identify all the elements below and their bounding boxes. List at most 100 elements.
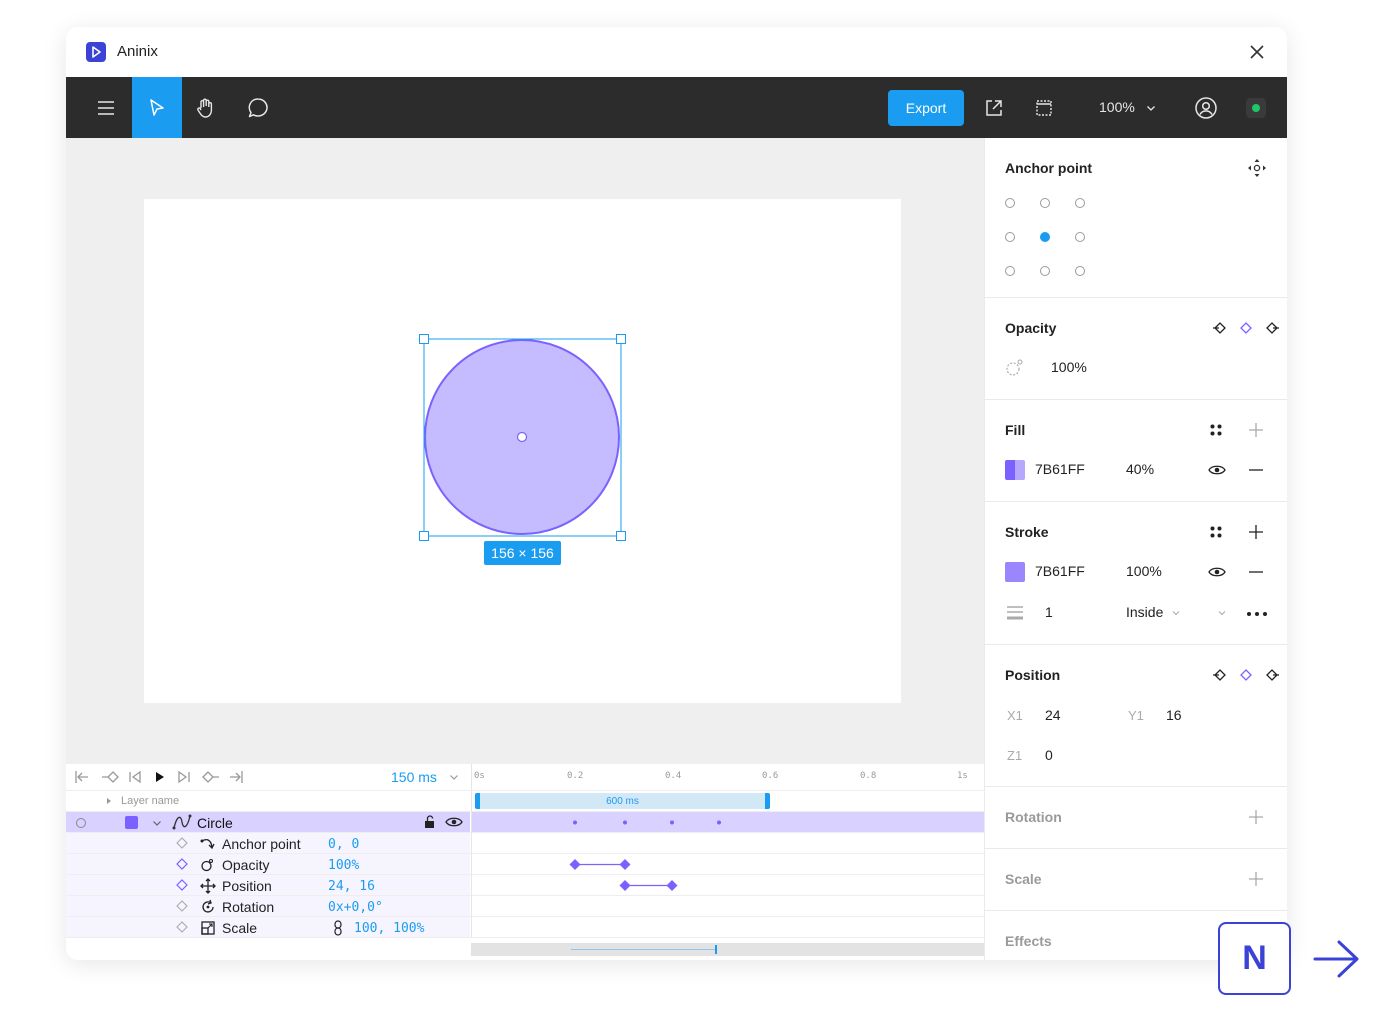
go-to-start-icon[interactable] bbox=[75, 771, 88, 783]
anchor-dot-center[interactable] bbox=[1040, 232, 1050, 242]
add-rotation-icon[interactable] bbox=[1248, 809, 1264, 825]
close-icon[interactable] bbox=[1246, 41, 1268, 63]
resize-handle-tr[interactable] bbox=[616, 334, 626, 344]
eye-icon[interactable] bbox=[1208, 565, 1226, 579]
step-forward-icon[interactable] bbox=[178, 770, 190, 784]
keyframe-diamond[interactable] bbox=[619, 880, 631, 891]
arrow-right-icon[interactable] bbox=[1312, 937, 1362, 981]
opacity-value[interactable]: 100% bbox=[1051, 359, 1087, 375]
anchor-dot-bottom-right[interactable] bbox=[1075, 266, 1085, 276]
timeline-scrollbar[interactable] bbox=[471, 943, 984, 956]
resize-handle-bl[interactable] bbox=[419, 531, 429, 541]
layer-name[interactable]: Circle bbox=[197, 815, 233, 831]
keyframe-toggle-icon[interactable] bbox=[176, 858, 188, 870]
artboard[interactable] bbox=[144, 199, 901, 703]
keyframe-diamond[interactable] bbox=[666, 880, 678, 891]
add-stroke-icon[interactable] bbox=[1248, 524, 1264, 540]
anchor-dot-bottom-left[interactable] bbox=[1005, 266, 1015, 276]
unlock-icon[interactable] bbox=[423, 815, 437, 829]
zoom-dropdown[interactable]: 100% bbox=[1099, 99, 1157, 115]
rotation-section[interactable]: Rotation bbox=[985, 787, 1287, 849]
link-icon[interactable] bbox=[332, 920, 344, 936]
property-value[interactable]: 0x+0,0° bbox=[328, 900, 383, 915]
property-value[interactable]: 0, 0 bbox=[328, 837, 359, 852]
layer-color-swatch[interactable] bbox=[125, 816, 138, 829]
resize-handle-tl[interactable] bbox=[419, 334, 429, 344]
next-keyframe-icon[interactable] bbox=[1266, 322, 1279, 334]
property-row-anchor-point[interactable]: Anchor point 0, 0 bbox=[66, 832, 984, 854]
playhead[interactable] bbox=[715, 945, 717, 954]
scale-section[interactable]: Scale bbox=[985, 849, 1287, 911]
share-icon[interactable] bbox=[969, 77, 1019, 138]
stroke-width-value[interactable]: 1 bbox=[1045, 604, 1053, 620]
remove-fill-icon[interactable] bbox=[1248, 462, 1264, 478]
frame-icon[interactable] bbox=[1019, 77, 1069, 138]
go-to-end-icon[interactable] bbox=[230, 771, 243, 783]
chevron-down-icon[interactable] bbox=[151, 817, 163, 829]
resize-handle-br[interactable] bbox=[616, 531, 626, 541]
step-back-icon[interactable] bbox=[129, 770, 141, 784]
y-value[interactable]: 16 bbox=[1166, 707, 1182, 723]
duration-dropdown[interactable]: 150 ms bbox=[391, 769, 437, 785]
chevron-down-icon[interactable] bbox=[448, 771, 460, 783]
style-library-icon[interactable] bbox=[1209, 423, 1223, 437]
property-value[interactable]: 100% bbox=[328, 858, 359, 873]
anchor-dot-top-center[interactable] bbox=[1040, 198, 1050, 208]
work-area-bar[interactable]: 600 ms bbox=[475, 793, 770, 809]
property-row-scale[interactable]: Scale 100, 100% bbox=[66, 916, 984, 938]
property-row-rotation[interactable]: Rotation 0x+0,0° bbox=[66, 895, 984, 917]
anchor-dot-middle-right[interactable] bbox=[1075, 232, 1085, 242]
anchor-dot-top-right[interactable] bbox=[1075, 198, 1085, 208]
select-tool-icon[interactable] bbox=[132, 77, 182, 138]
keyframe-toggle-icon[interactable] bbox=[176, 879, 188, 891]
anchor-dot-bottom-center[interactable] bbox=[1040, 266, 1050, 276]
next-keyframe-icon[interactable] bbox=[202, 771, 219, 783]
comment-tool-icon[interactable] bbox=[233, 77, 283, 138]
anchor-dot-middle-left[interactable] bbox=[1005, 232, 1015, 242]
chevron-down-icon[interactable] bbox=[1217, 608, 1227, 618]
previous-keyframe-icon[interactable] bbox=[1213, 322, 1226, 334]
user-avatar-icon[interactable] bbox=[1181, 77, 1231, 138]
eye-icon[interactable] bbox=[445, 815, 463, 829]
more-options-icon[interactable] bbox=[1246, 611, 1268, 617]
anchor-dot-top-left[interactable] bbox=[1005, 198, 1015, 208]
add-fill-icon[interactable] bbox=[1248, 422, 1264, 438]
add-scale-icon[interactable] bbox=[1248, 871, 1264, 887]
stroke-color-swatch[interactable] bbox=[1005, 562, 1025, 582]
property-value[interactable]: 100, 100% bbox=[354, 921, 424, 936]
anchor-point-handle[interactable] bbox=[516, 431, 528, 443]
time-ruler[interactable]: 0s 0.2 0.4 0.6 0.8 1s bbox=[471, 764, 984, 790]
keyframe-toggle-icon[interactable] bbox=[176, 837, 188, 849]
play-icon[interactable] bbox=[156, 772, 164, 782]
layer-row[interactable]: Circle bbox=[66, 811, 984, 833]
style-library-icon[interactable] bbox=[1209, 525, 1223, 539]
add-keyframe-icon[interactable] bbox=[1240, 322, 1252, 334]
anchor-center-icon[interactable] bbox=[1246, 157, 1268, 179]
expand-triangle-icon[interactable] bbox=[105, 797, 113, 805]
stroke-align-value[interactable]: Inside bbox=[1126, 604, 1163, 620]
property-value[interactable]: 24, 16 bbox=[328, 879, 375, 894]
fill-opacity[interactable]: 40% bbox=[1126, 461, 1154, 477]
previous-keyframe-icon[interactable] bbox=[102, 771, 119, 783]
stroke-opacity[interactable]: 100% bbox=[1126, 563, 1162, 579]
keyframe-diamond[interactable] bbox=[569, 859, 581, 870]
z-value[interactable]: 0 bbox=[1045, 747, 1053, 763]
property-row-opacity[interactable]: Opacity 100% bbox=[66, 853, 984, 875]
property-row-position[interactable]: Position 24, 16 bbox=[66, 874, 984, 896]
visibility-toggle-icon[interactable] bbox=[74, 816, 88, 830]
eye-icon[interactable] bbox=[1208, 463, 1226, 477]
fill-hex[interactable]: 7B61FF bbox=[1035, 461, 1085, 477]
fill-color-swatch[interactable] bbox=[1005, 460, 1025, 480]
menu-icon[interactable] bbox=[81, 77, 131, 138]
keyframe-toggle-icon[interactable] bbox=[176, 921, 188, 933]
chevron-down-icon[interactable] bbox=[1171, 608, 1181, 618]
keyframe-diamond[interactable] bbox=[619, 859, 631, 870]
x-value[interactable]: 24 bbox=[1045, 707, 1061, 723]
remove-stroke-icon[interactable] bbox=[1248, 564, 1264, 580]
export-button[interactable]: Export bbox=[888, 90, 964, 126]
previous-keyframe-icon[interactable] bbox=[1213, 669, 1226, 681]
next-keyframe-icon[interactable] bbox=[1266, 669, 1279, 681]
stroke-hex[interactable]: 7B61FF bbox=[1035, 563, 1085, 579]
canvas-area[interactable]: 156 × 156 bbox=[66, 138, 984, 764]
add-keyframe-icon[interactable] bbox=[1240, 669, 1252, 681]
